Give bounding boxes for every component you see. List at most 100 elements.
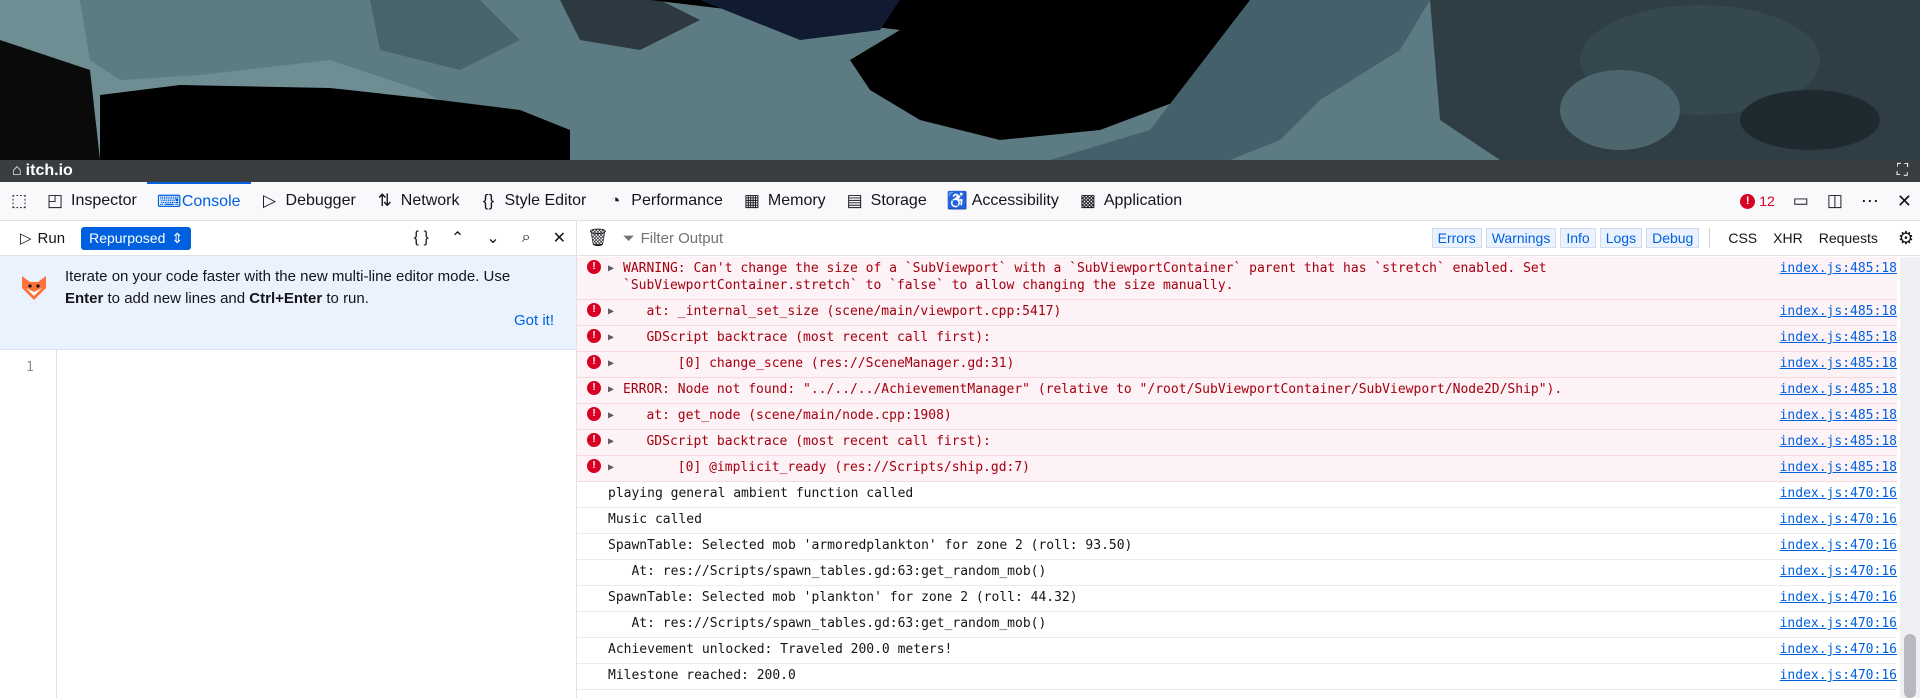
pretty-print-icon[interactable]: { } bbox=[414, 229, 429, 247]
history-down-icon[interactable]: ⌄ bbox=[486, 228, 499, 248]
tab-style-editor[interactable]: {} Style Editor bbox=[469, 182, 596, 220]
source-link[interactable]: index.js:470:16 bbox=[1780, 667, 1897, 684]
source-link[interactable]: index.js:470:16 bbox=[1780, 641, 1897, 658]
expand-twisty-icon[interactable]: ▶ bbox=[608, 407, 614, 424]
filter-errors[interactable]: Errors bbox=[1431, 228, 1482, 248]
expand-twisty-icon[interactable]: ▶ bbox=[608, 433, 614, 450]
filter-debug[interactable]: Debug bbox=[1646, 228, 1700, 248]
scrollbar-thumb[interactable] bbox=[1904, 634, 1916, 698]
debugger-icon: ▷ bbox=[262, 191, 277, 210]
gear-icon[interactable]: ⚙ bbox=[1898, 228, 1914, 249]
console-error-row[interactable]: ! ▶ ERROR: Node not found: "../../../Achie… bbox=[577, 378, 1897, 404]
filter-output-input[interactable]: ⏷ Filter Output bbox=[623, 230, 724, 247]
filter-icon: ⏷ bbox=[622, 229, 635, 247]
console-error-row[interactable]: ! ▶ [0] change_scene (res://SceneManager.… bbox=[577, 352, 1897, 378]
expand-twisty-icon[interactable]: ▶ bbox=[608, 459, 614, 476]
error-icon: ! bbox=[587, 303, 601, 317]
tab-debugger[interactable]: ▷ Debugger bbox=[251, 182, 366, 220]
filter-css[interactable]: CSS bbox=[1728, 230, 1757, 246]
source-link[interactable]: index.js:470:16 bbox=[1780, 615, 1897, 632]
source-link[interactable]: index.js:485:18 bbox=[1780, 329, 1897, 346]
source-link[interactable]: index.js:485:18 bbox=[1780, 381, 1897, 398]
picker-icon: ⬚ bbox=[10, 191, 28, 210]
editor-mode-select[interactable]: Repurposed ⇕ bbox=[81, 226, 192, 250]
source-link[interactable]: index.js:485:18 bbox=[1780, 260, 1897, 277]
filter-logs[interactable]: Logs bbox=[1599, 228, 1643, 248]
console-error-row[interactable]: ! ▶ WARNING: Can't change the size of a `S… bbox=[577, 257, 1897, 300]
message-text: [0] change_scene (res://SceneManager.gd:… bbox=[623, 356, 1015, 371]
tab-memory[interactable]: ▦ Memory bbox=[733, 182, 836, 220]
more-options-icon[interactable]: ⋯ bbox=[1861, 191, 1879, 212]
got-it-link[interactable]: Got it! bbox=[514, 312, 554, 329]
error-icon: ! bbox=[587, 260, 601, 274]
expand-twisty-icon[interactable]: ▶ bbox=[608, 381, 614, 398]
source-link[interactable]: index.js:485:18 bbox=[1780, 433, 1897, 450]
itch-icon: ⌂ bbox=[12, 162, 22, 179]
tab-console[interactable]: ⌨ Console bbox=[146, 182, 251, 220]
source-link[interactable]: index.js:485:18 bbox=[1780, 459, 1897, 476]
message-text: At: res://Scripts/spawn_tables.gd:63:get… bbox=[608, 564, 1047, 579]
source-link[interactable]: index.js:470:16 bbox=[1780, 563, 1897, 580]
console-scrollbar[interactable] bbox=[1900, 257, 1920, 698]
console-log-row[interactable]: At: res://Scripts/spawn_tables.gd:63:get… bbox=[577, 560, 1897, 586]
code-editor-input[interactable] bbox=[58, 350, 576, 698]
split-console-icon[interactable]: ▭ bbox=[1793, 191, 1809, 211]
source-link[interactable]: index.js:470:16 bbox=[1780, 537, 1897, 554]
expand-twisty-icon[interactable]: ▶ bbox=[608, 260, 614, 277]
console-log-row[interactable]: playing general ambient function called i… bbox=[577, 482, 1897, 508]
tab-accessibility[interactable]: ♿ Accessibility bbox=[937, 182, 1069, 220]
clear-console-icon[interactable]: 🗑 bbox=[587, 228, 609, 248]
error-count-badge[interactable]: ! 12 bbox=[1740, 193, 1775, 209]
run-button[interactable]: ▷ Run bbox=[20, 229, 65, 248]
filter-warnings[interactable]: Warnings bbox=[1485, 228, 1557, 248]
source-link[interactable]: index.js:470:16 bbox=[1780, 589, 1897, 606]
source-link[interactable]: index.js:485:18 bbox=[1780, 303, 1897, 320]
dock-icon[interactable]: ◫ bbox=[1827, 191, 1843, 211]
fox-icon bbox=[22, 276, 46, 300]
source-link[interactable]: index.js:485:18 bbox=[1780, 407, 1897, 424]
console-log-row[interactable]: SpawnTable: Selected mob 'armoredplankto… bbox=[577, 534, 1897, 560]
console-log-row[interactable]: Achievement unlocked: Traveled 200.0 met… bbox=[577, 638, 1897, 664]
tab-network[interactable]: ⇅ Network bbox=[366, 182, 470, 220]
console-log-row[interactable]: Music called index.js:470:16 bbox=[577, 508, 1897, 534]
element-picker-button[interactable]: ⬚ bbox=[0, 182, 36, 220]
source-link[interactable]: index.js:470:16 bbox=[1780, 511, 1897, 528]
filter-info[interactable]: Info bbox=[1560, 228, 1596, 248]
console-error-row[interactable]: ! ▶ GDScript backtrace (most recent call … bbox=[577, 326, 1897, 352]
expand-twisty-icon[interactable]: ▶ bbox=[608, 329, 614, 346]
application-icon: ▩ bbox=[1079, 191, 1096, 210]
filter-xhr[interactable]: XHR bbox=[1773, 230, 1803, 246]
console-error-row[interactable]: ! ▶ at: get_node (scene/main/node.cpp:190… bbox=[577, 404, 1897, 430]
game-canvas[interactable] bbox=[0, 0, 1920, 160]
itch-logo[interactable]: ⌂ itch.io bbox=[12, 162, 73, 180]
expand-twisty-icon[interactable]: ▶ bbox=[608, 303, 614, 320]
console-error-row[interactable]: ! ▶ GDScript backtrace (most recent call … bbox=[577, 430, 1897, 456]
fullscreen-icon[interactable]: ⛶ bbox=[1897, 162, 1908, 180]
tab-application[interactable]: ▩ Application bbox=[1069, 182, 1192, 220]
console-log-row[interactable]: Milestone reached: 200.0 index.js:470:16 bbox=[577, 664, 1897, 690]
expand-twisty-icon[interactable]: ▶ bbox=[608, 355, 614, 372]
message-text: GDScript backtrace (most recent call fir… bbox=[623, 434, 991, 449]
tab-storage[interactable]: ▤ Storage bbox=[836, 182, 937, 220]
filter-requests[interactable]: Requests bbox=[1819, 230, 1878, 246]
console-error-row[interactable]: ! ▶ [0] @implicit_ready (res://Scripts/sh… bbox=[577, 456, 1897, 482]
console-log-row[interactable]: At: res://Scripts/spawn_tables.gd:63:get… bbox=[577, 612, 1897, 638]
message-text: SpawnTable: Selected mob 'plankton' for … bbox=[608, 590, 1078, 605]
message-text: GDScript backtrace (most recent call fir… bbox=[623, 330, 991, 345]
history-up-icon[interactable]: ⌃ bbox=[451, 228, 464, 248]
search-icon[interactable]: ⌕ bbox=[522, 229, 531, 247]
error-icon: ! bbox=[587, 381, 601, 395]
tab-performance[interactable]: ◔ Performance bbox=[596, 182, 733, 220]
style-editor-icon: {} bbox=[482, 191, 495, 210]
tab-inspector[interactable]: ◰ Inspector bbox=[36, 182, 147, 220]
console-error-row[interactable]: ! ▶ at: _internal_set_size (scene/main/vi… bbox=[577, 300, 1897, 326]
close-editor-icon[interactable]: ✕ bbox=[553, 228, 566, 248]
message-text: Achievement unlocked: Traveled 200.0 met… bbox=[608, 642, 953, 657]
console-icon: ⌨ bbox=[156, 192, 182, 211]
console-log-row[interactable]: SpawnTable: Selected mob 'plankton' for … bbox=[577, 586, 1897, 612]
close-devtools-icon[interactable]: ✕ bbox=[1897, 191, 1912, 212]
source-link[interactable]: index.js:470:16 bbox=[1780, 485, 1897, 502]
source-link[interactable]: index.js:485:18 bbox=[1780, 355, 1897, 372]
network-icon: ⇅ bbox=[377, 191, 392, 210]
line-number: 1 bbox=[26, 360, 34, 375]
